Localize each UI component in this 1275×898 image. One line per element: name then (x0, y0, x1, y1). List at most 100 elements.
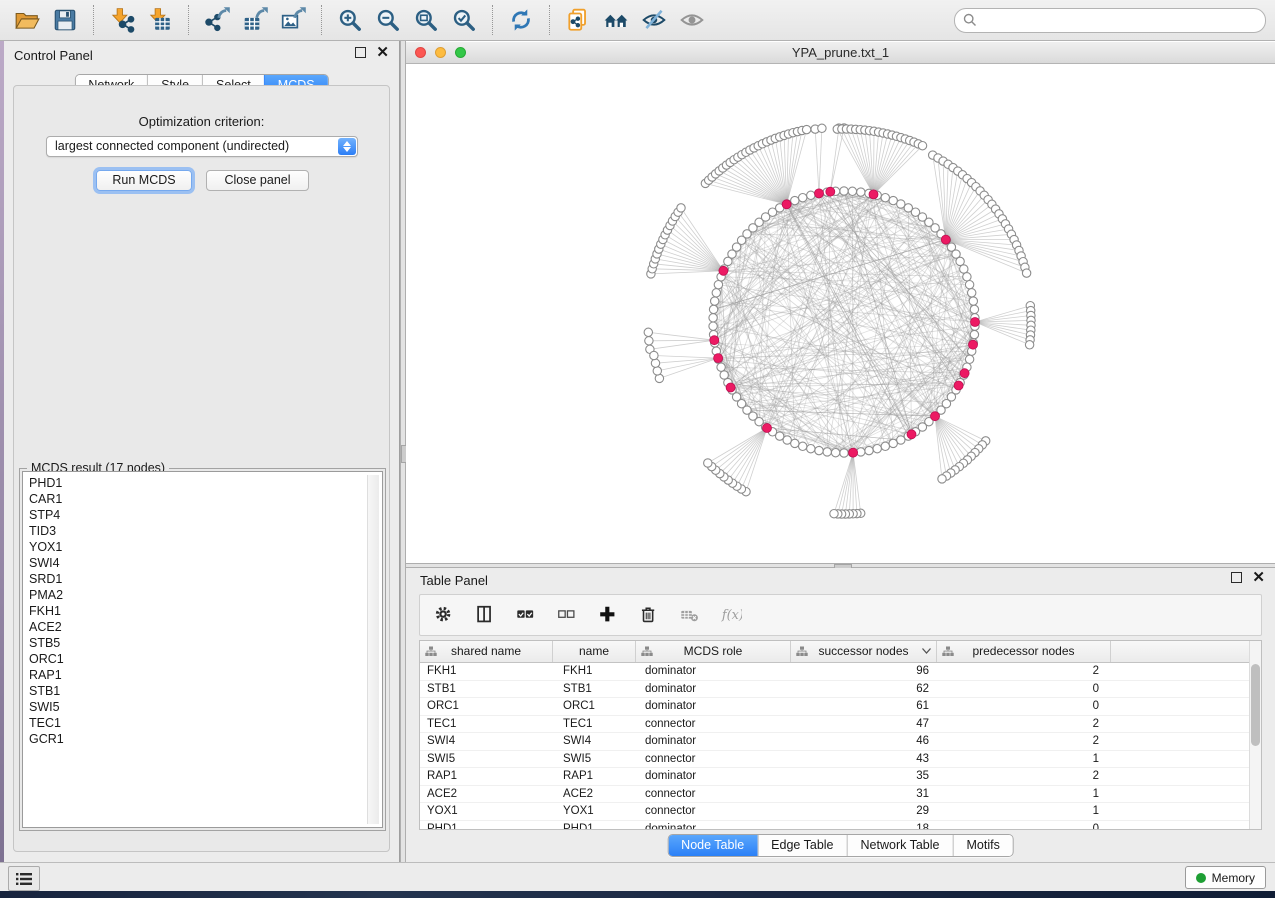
network-node[interactable] (965, 355, 973, 363)
mcds-node[interactable] (710, 336, 719, 345)
network-node[interactable] (807, 191, 815, 199)
network-node[interactable] (881, 194, 889, 202)
mcds-node[interactable] (815, 189, 824, 198)
network-node[interactable] (848, 187, 856, 195)
network-node[interactable] (970, 330, 978, 338)
table-tab-motifs[interactable]: Motifs (952, 835, 1012, 856)
table-mode-gear-button[interactable] (432, 603, 456, 627)
table-row[interactable]: TEC1TEC1connector472 (420, 716, 1261, 734)
mcds-result-item[interactable]: SRD1 (29, 571, 382, 587)
column-header-name[interactable]: name (553, 641, 636, 662)
run-mcds-button[interactable]: Run MCDS (96, 170, 192, 191)
show-all-button[interactable] (675, 3, 709, 37)
network-node[interactable] (873, 445, 881, 453)
mcds-node[interactable] (849, 448, 858, 457)
import-network-button[interactable] (105, 3, 139, 37)
network-node[interactable] (650, 351, 658, 359)
mcds-result-item[interactable]: YOX1 (29, 539, 382, 555)
mcds-node[interactable] (931, 412, 940, 421)
mcds-result-item[interactable]: SWI5 (29, 699, 382, 715)
delete-columns-button[interactable] (637, 603, 661, 627)
zoom-selected-button[interactable] (447, 3, 481, 37)
network-node[interactable] (968, 289, 976, 297)
mcds-result-item[interactable]: SWI4 (29, 555, 382, 571)
network-node[interactable] (840, 449, 848, 457)
network-node[interactable] (709, 305, 717, 313)
network-node[interactable] (881, 442, 889, 450)
mcds-result-item[interactable]: STB5 (29, 635, 382, 651)
network-node[interactable] (823, 448, 831, 456)
network-node[interactable] (704, 459, 712, 467)
create-column-button[interactable] (596, 603, 620, 627)
column-header-successor-nodes[interactable]: successor nodes (791, 641, 937, 662)
network-node[interactable] (709, 322, 717, 330)
mcds-result-item[interactable]: PMA2 (29, 587, 382, 603)
table-tab-node-table[interactable]: Node Table (668, 835, 757, 856)
network-node[interactable] (645, 337, 653, 345)
network-window-titlebar[interactable]: YPA_prune.txt_1 (406, 42, 1275, 64)
hide-selected-button[interactable] (637, 3, 671, 37)
save-session-button[interactable] (48, 3, 82, 37)
mcds-result-item[interactable]: ACE2 (29, 619, 382, 635)
mcds-node[interactable] (960, 369, 969, 378)
select-all-columns-button[interactable] (514, 603, 538, 627)
network-node[interactable] (970, 305, 978, 313)
mcds-node[interactable] (907, 430, 916, 439)
network-node[interactable] (938, 475, 946, 483)
search-box[interactable] (954, 8, 1266, 33)
mcds-result-item[interactable]: STB1 (29, 683, 382, 699)
float-panel-icon[interactable] (1231, 572, 1242, 583)
import-table-button[interactable] (143, 3, 177, 37)
network-node[interactable] (969, 297, 977, 305)
network-node[interactable] (714, 281, 722, 289)
table-row[interactable]: SWI5SWI5connector431 (420, 751, 1261, 769)
network-node[interactable] (799, 194, 807, 202)
network-node[interactable] (830, 510, 838, 518)
network-node[interactable] (677, 204, 685, 212)
mcds-result-item[interactable]: GCR1 (29, 731, 382, 747)
network-node[interactable] (1022, 269, 1030, 277)
network-canvas[interactable] (406, 64, 1275, 563)
deselect-all-columns-button[interactable] (555, 603, 579, 627)
search-input[interactable] (982, 12, 1257, 28)
zoom-in-button[interactable] (333, 3, 367, 37)
network-node[interactable] (815, 446, 823, 454)
table-row[interactable]: FKH1FKH1dominator962 (420, 663, 1261, 681)
mcds-result-item[interactable]: RAP1 (29, 667, 382, 683)
network-node[interactable] (965, 281, 973, 289)
column-header-shared-name[interactable]: shared name (420, 641, 553, 662)
export-network-button[interactable] (200, 3, 234, 37)
table-row[interactable]: SWI4SWI4dominator462 (420, 733, 1261, 751)
network-node[interactable] (889, 439, 897, 447)
network-node[interactable] (960, 265, 968, 273)
mcds-result-item[interactable]: TID3 (29, 523, 382, 539)
network-node[interactable] (918, 142, 926, 150)
refresh-button[interactable] (504, 3, 538, 37)
close-panel-icon[interactable]: ✕ (1252, 572, 1265, 583)
network-node[interactable] (799, 442, 807, 450)
mcds-node[interactable] (826, 187, 835, 196)
close-panel-button[interactable]: Close panel (206, 170, 309, 191)
mcds-result-item[interactable]: ORC1 (29, 651, 382, 667)
mcds-node[interactable] (869, 190, 878, 199)
mcds-result-item[interactable]: TEC1 (29, 715, 382, 731)
network-node[interactable] (963, 273, 971, 281)
export-table-button[interactable] (238, 3, 272, 37)
optimization-criterion-select[interactable]: largest connected component (undirected) (46, 136, 358, 157)
network-node[interactable] (865, 446, 873, 454)
mcds-result-item[interactable]: CAR1 (29, 491, 382, 507)
table-row[interactable]: YOX1YOX1connector291 (420, 803, 1261, 821)
window-close-icon[interactable] (415, 47, 426, 58)
table-tab-network-table[interactable]: Network Table (847, 835, 953, 856)
mcds-result-item[interactable]: FKH1 (29, 603, 382, 619)
mcds-result-item[interactable]: STP4 (29, 507, 382, 523)
network-node[interactable] (831, 449, 839, 457)
memory-button[interactable]: Memory (1185, 866, 1266, 889)
network-node[interactable] (840, 187, 848, 195)
first-neighbors-button[interactable] (599, 3, 633, 37)
mcds-node[interactable] (782, 200, 791, 209)
mcds-node[interactable] (719, 266, 728, 275)
result-list-scrollbar[interactable] (367, 475, 379, 824)
network-node[interactable] (857, 188, 865, 196)
mcds-node[interactable] (954, 381, 963, 390)
